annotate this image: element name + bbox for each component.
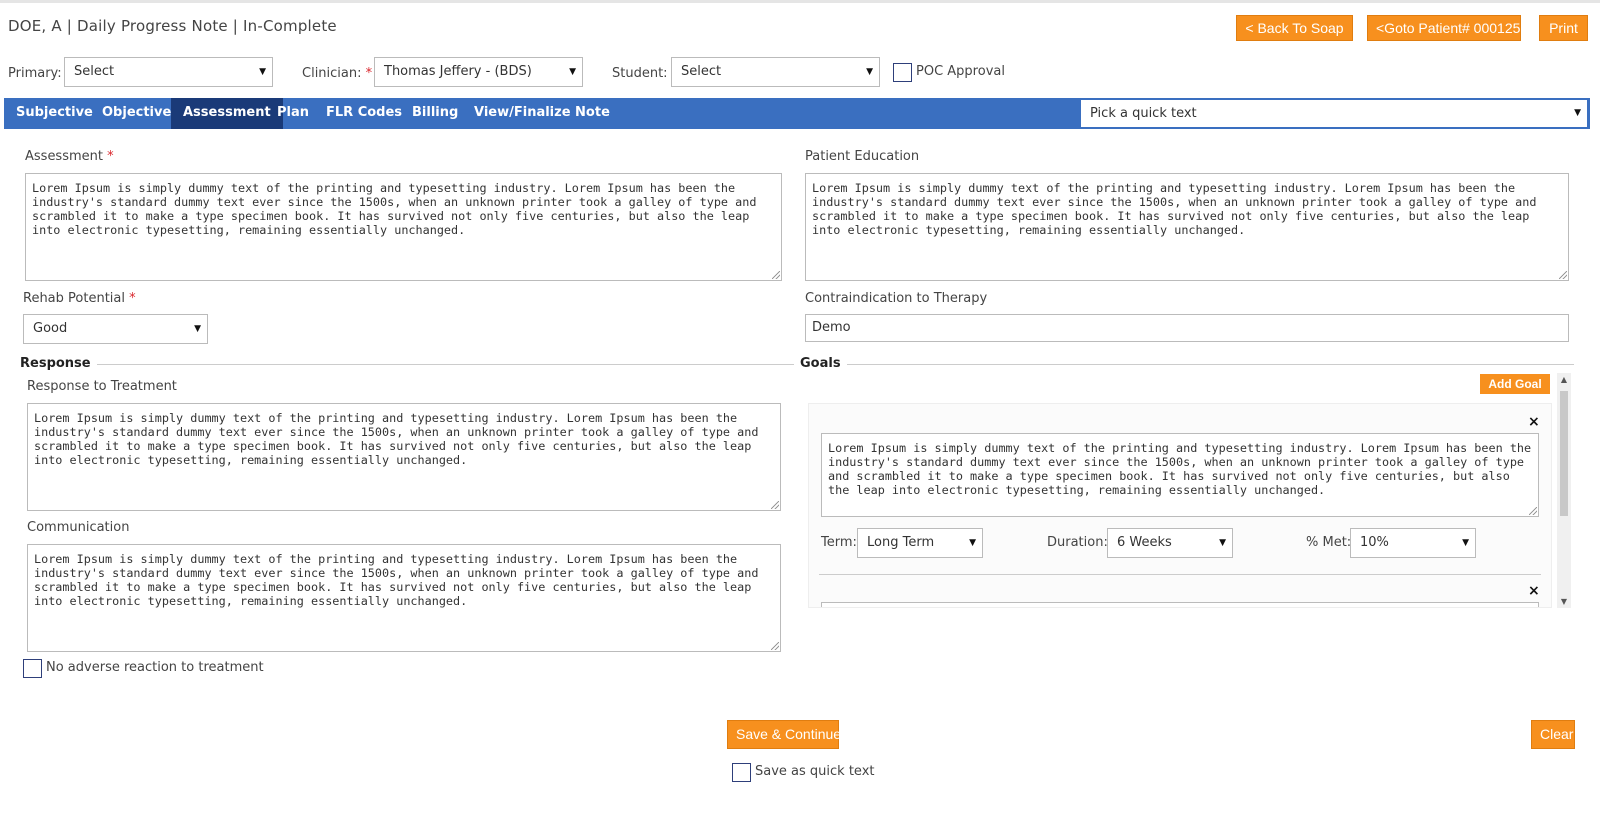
add-goal-button[interactable]: Add Goal: [1480, 374, 1550, 394]
goal-duration-label: Duration:: [1047, 535, 1108, 550]
goal-text: Lorem Ipsum is simply dummy text of the …: [828, 441, 1539, 497]
clinician-select[interactable]: Thomas Jeffery - (BDS) ▼: [374, 57, 583, 87]
patient-education-text: Lorem Ipsum is simply dummy text of the …: [812, 181, 1544, 237]
tab-billing[interactable]: Billing: [400, 98, 470, 129]
rehab-potential-select[interactable]: Good ▼: [23, 314, 208, 344]
save-continue-button[interactable]: Save & Continue: [727, 720, 841, 749]
goals-list: × Lorem Ipsum is simply dummy text of th…: [808, 403, 1552, 608]
resize-grip-icon[interactable]: [772, 271, 780, 279]
rehab-potential-label: Rehab Potential *: [23, 291, 136, 306]
contraindication-label: Contraindication to Therapy: [805, 291, 988, 306]
response-to-treatment-textarea[interactable]: Lorem Ipsum is simply dummy text of the …: [27, 403, 781, 511]
required-marker: *: [129, 291, 136, 306]
resize-grip-icon[interactable]: [1529, 507, 1537, 515]
contraindication-input[interactable]: Demo: [805, 314, 1569, 342]
rehab-potential-value: Good: [33, 321, 68, 336]
chevron-down-icon: ▼: [1462, 538, 1469, 548]
assessment-text: Lorem Ipsum is simply dummy text of the …: [32, 181, 764, 237]
chevron-down-icon: ▼: [866, 67, 873, 77]
quick-text-placeholder: Pick a quick text: [1090, 106, 1197, 121]
response-to-treatment-label: Response to Treatment: [27, 379, 177, 394]
chevron-down-icon: ▼: [194, 324, 201, 334]
clinician-label: Clinician: *: [302, 66, 373, 81]
response-divider: [20, 364, 794, 365]
student-select[interactable]: Select ▼: [671, 57, 880, 87]
goal-term-value: Long Term: [867, 535, 935, 550]
scroll-down-icon[interactable]: ▼: [1558, 597, 1570, 606]
goals-section-title: Goals: [800, 356, 847, 371]
goals-scrollbar-thumb[interactable]: [1560, 391, 1568, 516]
chevron-down-icon: ▼: [969, 538, 976, 548]
tab-view-finalize-note[interactable]: View/Finalize Note: [462, 98, 622, 129]
communication-textarea[interactable]: Lorem Ipsum is simply dummy text of the …: [27, 544, 781, 652]
assessment-textarea[interactable]: Lorem Ipsum is simply dummy text of the …: [25, 173, 782, 281]
goals-divider: [800, 364, 1574, 365]
resize-grip-icon[interactable]: [771, 642, 779, 650]
page-title: DOE, A | Daily Progress Note | In-Comple…: [8, 17, 337, 35]
chevron-down-icon: ▼: [1574, 108, 1581, 118]
goal-divider: [819, 574, 1541, 575]
back-to-soap-button[interactable]: < Back To Soap: [1236, 15, 1353, 41]
chevron-down-icon: ▼: [259, 67, 266, 77]
communication-label: Communication: [27, 520, 130, 535]
print-button[interactable]: Print: [1539, 15, 1588, 41]
goal-met-label: % Met:: [1306, 535, 1352, 550]
goal-term-select[interactable]: Long Term ▼: [857, 528, 983, 558]
goal-textarea[interactable]: Lorem Ipsum is simply dummy text of the …: [821, 433, 1539, 517]
save-as-quick-text-label: Save as quick text: [755, 764, 875, 779]
response-section-title: Response: [20, 356, 97, 371]
patient-education-label: Patient Education: [805, 149, 920, 164]
primary-select-value: Select: [74, 64, 115, 79]
response-to-treatment-text: Lorem Ipsum is simply dummy text of the …: [34, 411, 766, 467]
required-marker: *: [107, 149, 114, 164]
goal-textarea[interactable]: [821, 602, 1539, 607]
poc-approval-checkbox[interactable]: [893, 63, 912, 82]
goto-patient-button[interactable]: <Goto Patient# 000125: [1367, 15, 1521, 41]
scroll-up-icon[interactable]: ▲: [1558, 375, 1570, 384]
goal-duration-select[interactable]: 6 Weeks ▼: [1107, 528, 1233, 558]
clinician-select-value: Thomas Jeffery - (BDS): [384, 64, 532, 79]
clear-button[interactable]: Clear: [1531, 720, 1575, 749]
chevron-down-icon: ▼: [569, 67, 576, 77]
student-label: Student:: [612, 66, 668, 81]
poc-approval-label: POC Approval: [916, 64, 1005, 79]
tab-objective[interactable]: Objective: [90, 98, 183, 129]
save-as-quick-text-checkbox[interactable]: [732, 763, 751, 782]
primary-label: Primary:: [8, 66, 62, 81]
resize-grip-icon[interactable]: [1559, 271, 1567, 279]
quick-text-select[interactable]: Pick a quick text ▼: [1080, 99, 1588, 128]
primary-select[interactable]: Select ▼: [64, 57, 273, 87]
no-adverse-reaction-label: No adverse reaction to treatment: [46, 660, 264, 675]
communication-text: Lorem Ipsum is simply dummy text of the …: [34, 552, 766, 608]
close-icon[interactable]: ×: [1528, 414, 1540, 430]
student-select-value: Select: [681, 64, 722, 79]
assessment-label: Assessment *: [25, 149, 114, 164]
goal-met-select[interactable]: 10% ▼: [1350, 528, 1476, 558]
goal-met-value: 10%: [1360, 535, 1389, 550]
resize-grip-icon[interactable]: [771, 501, 779, 509]
patient-education-textarea[interactable]: Lorem Ipsum is simply dummy text of the …: [805, 173, 1569, 281]
required-marker: *: [365, 66, 373, 81]
chevron-down-icon: ▼: [1219, 538, 1226, 548]
no-adverse-reaction-checkbox[interactable]: [23, 659, 42, 678]
close-icon[interactable]: ×: [1528, 583, 1540, 599]
goal-term-label: Term:: [821, 535, 857, 550]
tab-plan[interactable]: Plan: [265, 98, 321, 129]
goal-duration-value: 6 Weeks: [1117, 535, 1172, 550]
